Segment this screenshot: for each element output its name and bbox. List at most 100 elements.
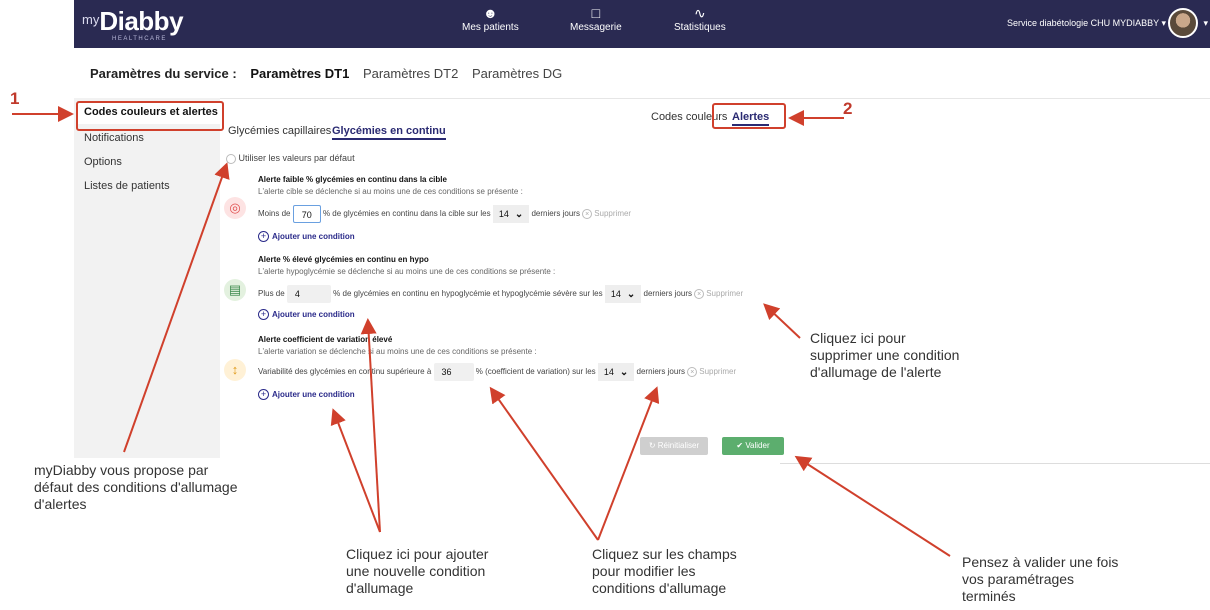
close-icon: × xyxy=(687,367,698,378)
days-select[interactable]: 14 ⌄ xyxy=(597,363,635,381)
threshold-input[interactable]: 4 xyxy=(286,285,331,303)
delete-label: Supprimer xyxy=(699,367,737,377)
user-menu[interactable]: Service diabétologie CHU MYDIABBY ▾ xyxy=(1007,18,1166,29)
chat-icon: □ xyxy=(591,5,601,21)
callout-line: d'allumage de l'alerte xyxy=(810,363,942,380)
default-values-label: Utiliser les valeurs par défaut xyxy=(238,153,355,163)
validate-label: Valider xyxy=(745,441,770,450)
alert-description: L'alerte hypoglycémie se déclenche si au… xyxy=(258,267,556,276)
tab-glycemies-continu[interactable]: Glycémies en continu xyxy=(332,125,446,140)
nav-messagerie[interactable]: □ Messagerie xyxy=(570,4,622,33)
reset-button[interactable]: ↻ Réinitialiser xyxy=(640,437,708,455)
sidebar: Codes couleurs et alertes Notifications … xyxy=(74,98,220,458)
service-label: Paramètres du service : xyxy=(90,66,237,81)
nav-label: Statistiques xyxy=(674,22,726,33)
tab-glycemies-capillaires[interactable]: Glycémies capillaires xyxy=(228,125,331,137)
delete-condition-button[interactable]: × Supprimer xyxy=(582,209,632,220)
callout-default-note: myDiabby vous propose par défaut des con… xyxy=(34,462,237,512)
variation-arrow-icon: ↕ xyxy=(224,359,246,381)
callout-fields-note: Cliquez sur les champs pour modifier les… xyxy=(592,546,737,596)
chevron-down-icon[interactable]: ▾ xyxy=(1203,18,1208,29)
users-icon: ☻ xyxy=(482,5,498,21)
radio-icon[interactable] xyxy=(226,153,236,164)
condition-suffix: derniers jours xyxy=(531,209,580,219)
add-condition-button[interactable]: + Ajouter une condition xyxy=(258,389,355,400)
callout-line: terminés xyxy=(962,587,1016,604)
chevron-down-icon: ⌄ xyxy=(514,209,524,220)
condition-prefix: Plus de xyxy=(258,289,285,299)
logo-prefix: my xyxy=(82,12,100,27)
app-logo[interactable]: myDiabby HEALTHCARE xyxy=(82,6,184,42)
condition-suffix: derniers jours xyxy=(643,289,692,299)
logo-name: Diabby xyxy=(99,6,184,36)
days-select[interactable]: 14 ⌄ xyxy=(604,285,642,303)
callout-line: Cliquez ici pour xyxy=(810,330,906,346)
user-label: Service diabétologie CHU MYDIABBY xyxy=(1007,18,1159,28)
close-icon: × xyxy=(582,209,593,220)
alert-condition-row: Variabilité des glycémies en continu sup… xyxy=(258,363,736,381)
plus-icon: + xyxy=(258,231,269,242)
close-icon: × xyxy=(694,289,705,300)
callout-line: conditions d'allumage xyxy=(592,579,727,596)
chevron-down-icon: ⌄ xyxy=(626,289,636,300)
add-condition-button[interactable]: + Ajouter une condition xyxy=(258,231,355,242)
divider xyxy=(780,463,1210,464)
callout-line: d'alertes xyxy=(34,495,87,512)
add-label: Ajouter une condition xyxy=(272,310,355,319)
avatar[interactable] xyxy=(1168,8,1198,38)
page: myDiabby HEALTHCARE ☻ Mes patients □ Mes… xyxy=(0,0,1210,610)
condition-text: % de glycémies en continu dans la cible … xyxy=(322,209,491,219)
plus-icon: + xyxy=(258,309,269,320)
sidebar-item-options[interactable]: Options xyxy=(84,156,122,168)
sidebar-item-notifications[interactable]: Notifications xyxy=(84,132,144,144)
condition-text: % de glycémies en continu en hypoglycémi… xyxy=(333,289,603,299)
delete-condition-button[interactable]: × Supprimer xyxy=(687,367,737,378)
days-value: 14 xyxy=(610,289,621,299)
logo-subtitle: HEALTHCARE xyxy=(112,36,167,42)
threshold-input[interactable]: 36 xyxy=(433,363,474,381)
alert-condition-row: Moins de 70 % de glycémies en continu da… xyxy=(258,205,631,223)
alert-title: Alerte coefficient de variation élevé xyxy=(258,335,393,344)
callout-delete-note: Cliquez ici pour supprimer une condition… xyxy=(810,330,959,380)
alert-description: L'alerte cible se déclenche si au moins … xyxy=(258,187,523,196)
tab-parametres-dt2[interactable]: Paramètres DT2 xyxy=(363,66,458,81)
chart-icon: ∿ xyxy=(693,5,706,21)
nav-statistiques[interactable]: ∿ Statistiques xyxy=(674,4,726,33)
sidebar-item-listes[interactable]: Listes de patients xyxy=(84,180,170,192)
callout-add-note: Cliquez ici pour ajouter une nouvelle co… xyxy=(346,546,488,596)
tab-parametres-dt1[interactable]: Paramètres DT1 xyxy=(250,66,349,81)
nav-label: Mes patients xyxy=(462,22,519,33)
condition-prefix: Moins de xyxy=(258,209,291,219)
hypo-chart-icon: ▤ xyxy=(224,279,246,301)
tab-parametres-dg[interactable]: Paramètres DG xyxy=(472,66,562,81)
callout-line: Pensez à valider une fois xyxy=(962,554,1119,570)
callout-number: 2 xyxy=(843,99,853,118)
callout-line: Cliquez ici pour ajouter xyxy=(346,546,489,562)
target-icon: ◎ xyxy=(224,197,246,219)
delete-condition-button[interactable]: × Supprimer xyxy=(694,289,743,300)
threshold-input[interactable]: 70 xyxy=(292,205,321,223)
nav-label: Messagerie xyxy=(570,22,622,33)
default-values-option[interactable]: Utiliser les valeurs par défaut xyxy=(226,153,355,164)
callout-line: vos paramétrages xyxy=(962,570,1075,587)
nav-mes-patients[interactable]: ☻ Mes patients xyxy=(462,4,519,33)
callout-line: Cliquez sur les champs xyxy=(592,546,737,562)
plus-icon: + xyxy=(258,389,269,400)
delete-label: Supprimer xyxy=(594,209,632,219)
highlight-box-sidebar xyxy=(76,101,224,131)
condition-suffix: derniers jours xyxy=(636,367,685,377)
alert-title: Alerte faible % glycémies en continu dan… xyxy=(258,175,447,184)
days-select[interactable]: 14 ⌄ xyxy=(492,205,530,223)
condition-prefix: Variabilité des glycémies en continu sup… xyxy=(258,367,432,377)
days-value: 14 xyxy=(498,209,509,219)
callout-line: défaut des conditions d'allumage xyxy=(34,478,238,495)
reset-label: Réinitialiser xyxy=(657,441,700,450)
alert-condition-row: Plus de 4 % de glycémies en continu en h… xyxy=(258,285,743,303)
callout-number: 1 xyxy=(10,89,20,108)
alert-description: L'alerte variation se déclenche si au mo… xyxy=(258,347,537,356)
callout-line: une nouvelle condition xyxy=(346,562,486,579)
validate-button[interactable]: ✔ Valider xyxy=(722,437,784,455)
add-condition-button[interactable]: + Ajouter une condition xyxy=(258,309,355,320)
callout-line: supprimer une condition xyxy=(810,346,960,363)
chevron-down-icon: ▾ xyxy=(1161,18,1166,28)
